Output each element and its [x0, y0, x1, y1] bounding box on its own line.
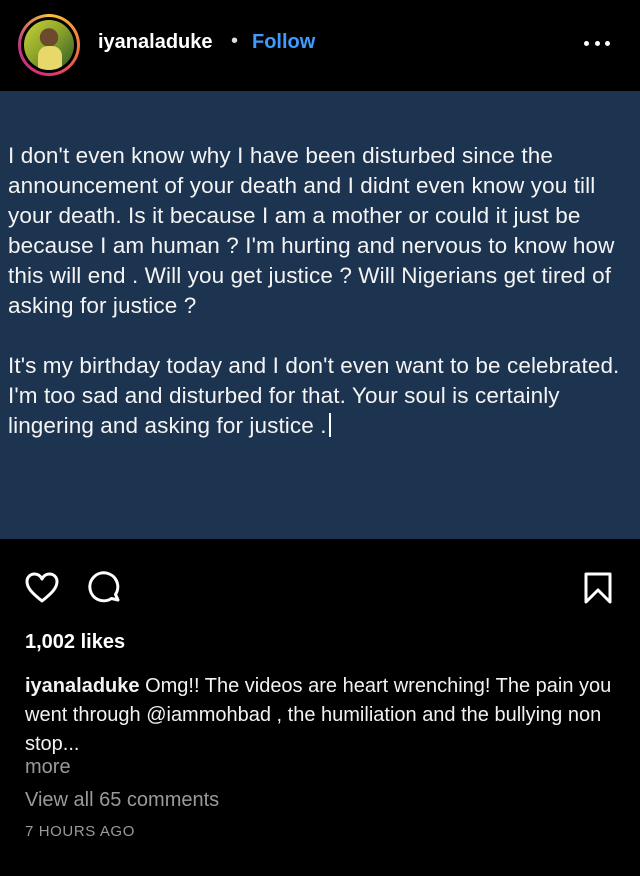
action-bar — [0, 540, 640, 630]
caption: iyanaladuke Omg!! The videos are heart w… — [25, 672, 615, 759]
post-paragraph-1: I don't even know why I have been distur… — [8, 143, 615, 318]
text-cursor — [328, 413, 331, 437]
post-header: iyanaladuke • Follow — [0, 0, 640, 90]
comment-icon[interactable] — [87, 570, 123, 606]
more-horizontal-icon[interactable] — [584, 36, 610, 50]
post-paragraph-2-text: It's my birthday today and I don't even … — [8, 353, 620, 438]
caption-username[interactable]: iyanaladuke — [25, 675, 140, 697]
avatar[interactable] — [18, 14, 80, 76]
more-link[interactable]: more — [25, 756, 71, 779]
avatar-image — [24, 20, 74, 70]
post-image[interactable]: I don't even know why I have been distur… — [0, 91, 640, 539]
separator-dot: • — [231, 30, 239, 52]
bookmark-icon[interactable] — [580, 570, 616, 606]
heart-icon[interactable] — [24, 570, 60, 606]
follow-button[interactable]: Follow — [252, 31, 315, 54]
username-link[interactable]: iyanaladuke — [98, 31, 213, 54]
view-comments-link[interactable]: View all 65 comments — [25, 789, 219, 812]
timestamp: 7 HOURS AGO — [25, 823, 135, 840]
likes-count[interactable]: 1,002 likes — [25, 631, 125, 654]
avatar-border — [21, 17, 77, 73]
post-text: I don't even know why I have been distur… — [8, 141, 636, 471]
post-paragraph-2: It's my birthday today and I don't even … — [8, 351, 636, 441]
